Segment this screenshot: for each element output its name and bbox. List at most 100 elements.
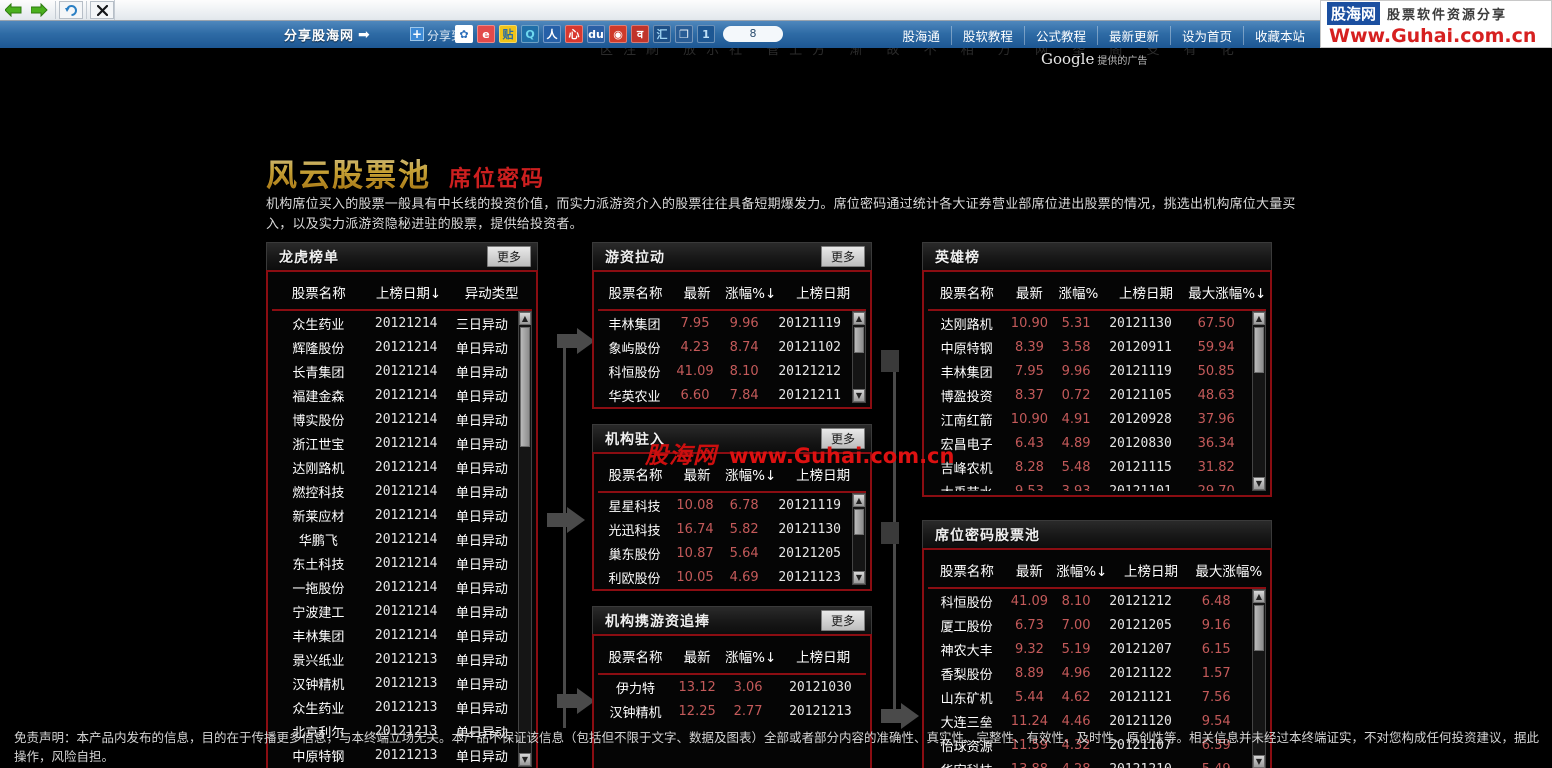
table-row[interactable]: 华鹏飞 20121214 单日异动 (272, 527, 516, 551)
column-header-0[interactable]: 股票名称 (272, 276, 366, 311)
scroll-up-icon[interactable]: ▲ (853, 312, 865, 325)
panel-youzi-more-button[interactable]: 更多 (820, 246, 865, 267)
table-row[interactable]: 宁波建工 20121214 单日异动 (272, 599, 516, 623)
panel-jigou-scrollbar[interactable]: ▲ ▼ (852, 493, 866, 585)
table-row[interactable]: 中原特钢 8.39 3.58 20120911 59.94 (928, 335, 1250, 359)
column-header-1[interactable]: 上榜日期↓ (365, 276, 452, 311)
top-nav-item-0[interactable]: 股海通 (891, 26, 952, 45)
column-header-3[interactable]: 上榜日期 (780, 458, 866, 493)
scroll-thumb[interactable] (1254, 605, 1264, 651)
table-row[interactable]: 丰林集团 7.95 9.96 20121119 50.85 (928, 359, 1250, 383)
douban-icon[interactable]: व (631, 25, 649, 43)
table-row[interactable]: 宏昌电子 6.43 4.89 20120830 36.34 (928, 431, 1250, 455)
table-row[interactable]: 丰林集团 7.95 9.96 20121119 (598, 311, 850, 335)
column-header-1[interactable]: 最新 (1005, 276, 1054, 311)
column-header-2[interactable]: 涨幅%↓ (721, 640, 781, 675)
scroll-up-icon[interactable]: ▲ (519, 312, 531, 325)
column-header-1[interactable]: 最新 (673, 458, 722, 493)
table-row[interactable]: 达刚路机 10.90 5.31 20121130 67.50 (928, 311, 1250, 335)
hexun-icon[interactable]: 汇 (653, 25, 671, 43)
table-row[interactable]: 东土科技 20121214 单日异动 (272, 551, 516, 575)
table-row[interactable]: 汉钟精机 12.25 2.77 20121213 (598, 699, 866, 723)
table-row[interactable]: 景兴纸业 20121213 单日异动 (272, 647, 516, 671)
refresh-button[interactable] (59, 1, 83, 19)
table-row[interactable]: 大禹节水 9.53 3.93 20121101 29.70 (928, 479, 1250, 492)
column-header-0[interactable]: 股票名称 (598, 276, 674, 311)
table-row[interactable]: 香梨股份 8.89 4.96 20121122 1.57 (928, 661, 1250, 685)
sina-weibo-icon[interactable]: e (477, 25, 495, 43)
scroll-down-icon[interactable]: ▼ (1253, 477, 1265, 490)
column-header-2[interactable]: 涨幅%↓ (721, 276, 781, 311)
table-row[interactable]: 伊力特 13.12 3.06 20121030 (598, 675, 866, 699)
scroll-thumb[interactable] (854, 327, 864, 353)
top-nav-item-3[interactable]: 最新更新 (1098, 26, 1171, 45)
stop-button[interactable] (90, 1, 114, 19)
table-row[interactable]: 厦工股份 6.73 7.00 20121205 9.16 (928, 613, 1250, 637)
column-header-0[interactable]: 股票名称 (928, 554, 1006, 589)
table-row[interactable]: 象屿股份 4.23 8.74 20121102 (598, 335, 850, 359)
table-row[interactable]: 汉钟精机 20121213 单日异动 (272, 671, 516, 695)
column-header-0[interactable]: 股票名称 (598, 458, 674, 493)
site-logo[interactable]: 股海网 股票软件资源分享 Www.Guhai.com.cn (1320, 0, 1552, 48)
table-row[interactable]: 巢东股份 10.87 5.64 20121205 (598, 541, 850, 565)
table-row[interactable]: 博盈投资 8.37 0.72 20121105 48.63 (928, 383, 1250, 407)
column-header-3[interactable]: 上榜日期 (1103, 276, 1189, 311)
top-nav-item-1[interactable]: 股软教程 (952, 26, 1025, 45)
column-header-3[interactable]: 上榜日期 (780, 276, 866, 311)
top-nav-item-2[interactable]: 公式教程 (1025, 26, 1098, 45)
table-row[interactable]: 众生药业 20121214 三日异动 (272, 311, 516, 335)
table-row[interactable]: 新莱应材 20121214 单日异动 (272, 503, 516, 527)
top-nav-item-5[interactable]: 收藏本站 (1244, 26, 1316, 45)
column-header-3[interactable]: 上榜日期 (780, 640, 866, 675)
table-row[interactable]: 博实股份 20121214 单日异动 (272, 407, 516, 431)
tieba-icon[interactable]: 贴 (499, 25, 517, 43)
table-row[interactable]: 众生药业 20121213 单日异动 (272, 695, 516, 719)
column-header-0[interactable]: 股票名称 (598, 640, 674, 675)
panel-jigou-more-button[interactable]: 更多 (820, 428, 865, 449)
table-row[interactable]: 长青集团 20121214 单日异动 (272, 359, 516, 383)
panel-youzi-scrollbar[interactable]: ▲ ▼ (852, 311, 866, 403)
column-header-2[interactable]: 涨幅% (1053, 276, 1104, 311)
renren-icon[interactable]: 人 (543, 25, 561, 43)
top-nav-item-4[interactable]: 设为首页 (1171, 26, 1244, 45)
baidu-share-icon[interactable]: ✿ (455, 25, 473, 43)
scroll-thumb[interactable] (1254, 327, 1264, 373)
forward-button[interactable] (26, 0, 52, 20)
table-row[interactable]: 山东矿机 5.44 4.62 20121121 7.56 (928, 685, 1250, 709)
table-row[interactable]: 辉隆股份 20121214 单日异动 (272, 335, 516, 359)
back-button[interactable] (0, 0, 26, 20)
table-row[interactable]: 丰林集团 20121214 单日异动 (272, 623, 516, 647)
column-header-0[interactable]: 股票名称 (928, 276, 1006, 311)
copy-link-icon[interactable]: ❐ (675, 25, 693, 43)
kaixin-icon[interactable]: 心 (565, 25, 583, 43)
qzone-icon[interactable]: Q (521, 25, 539, 43)
scroll-up-icon[interactable]: ▲ (853, 494, 865, 507)
table-row[interactable]: 福建金森 20121214 单日异动 (272, 383, 516, 407)
table-row[interactable]: 科恒股份 41.09 8.10 20121212 (598, 359, 850, 383)
panel-yingxiong-scrollbar[interactable]: ▲ ▼ (1252, 311, 1266, 491)
panel-longhu-scrollbar[interactable]: ▲ ▼ (518, 311, 532, 767)
baidu-paw-icon[interactable]: du (587, 25, 605, 43)
column-header-1[interactable]: 最新 (673, 640, 722, 675)
panel-jigouyouzi-more-button[interactable]: 更多 (820, 610, 865, 631)
table-row[interactable]: 达刚路机 20121214 单日异动 (272, 455, 516, 479)
table-row[interactable]: 光迅科技 16.74 5.82 20121130 (598, 517, 850, 541)
column-header-2[interactable]: 异动类型 (451, 276, 532, 311)
scroll-thumb[interactable] (520, 327, 530, 447)
more-share-icon[interactable]: 1 (697, 25, 715, 43)
column-header-2[interactable]: 涨幅%↓ (721, 458, 781, 493)
scroll-up-icon[interactable]: ▲ (1253, 312, 1265, 325)
table-row[interactable]: 星星科技 10.08 6.78 20121119 (598, 493, 850, 517)
column-header-1[interactable]: 最新 (673, 276, 722, 311)
table-row[interactable]: 燃控科技 20121214 单日异动 (272, 479, 516, 503)
table-row[interactable]: 科恒股份 41.09 8.10 20121212 6.48 (928, 589, 1250, 613)
table-row[interactable]: 神农大丰 9.32 5.19 20121207 6.15 (928, 637, 1250, 661)
column-header-4[interactable]: 最大涨幅%↓ (1188, 276, 1266, 311)
column-header-3[interactable]: 上榜日期 (1110, 554, 1192, 589)
sohu-icon[interactable]: ◉ (609, 25, 627, 43)
scroll-thumb[interactable] (854, 509, 864, 535)
column-header-2[interactable]: 涨幅%↓ (1053, 554, 1111, 589)
column-header-1[interactable]: 最新 (1005, 554, 1054, 589)
plus-icon[interactable]: + (410, 27, 424, 41)
table-row[interactable]: 利欧股份 10.05 4.69 20121123 (598, 565, 850, 586)
